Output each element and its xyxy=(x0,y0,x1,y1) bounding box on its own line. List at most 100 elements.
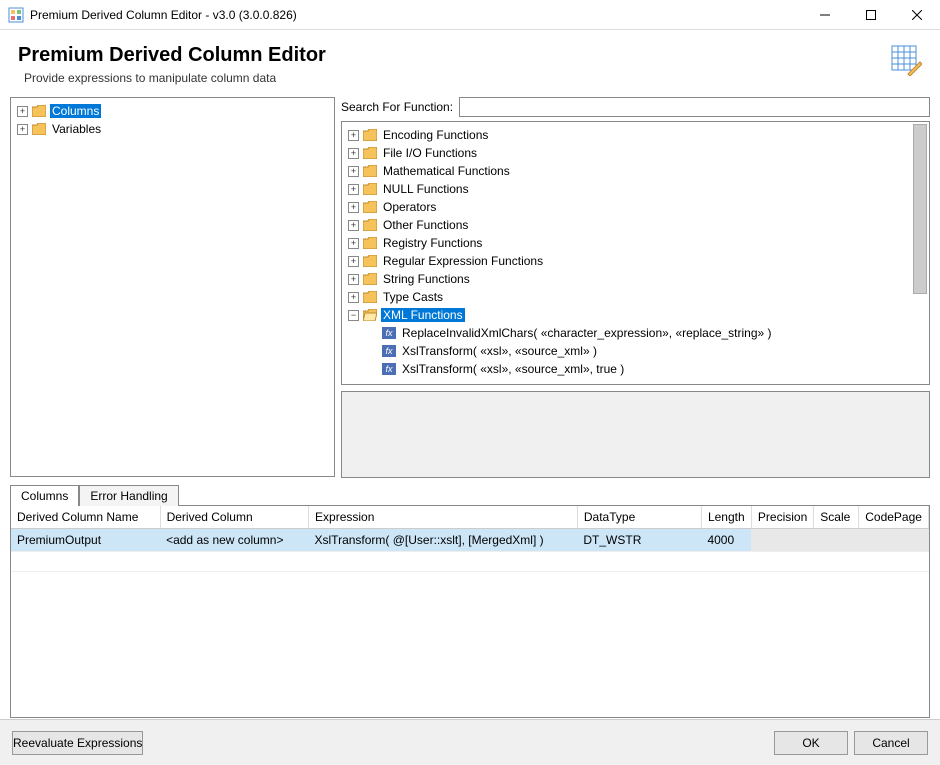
function-label: ReplaceInvalidXmlChars( «character_expre… xyxy=(400,326,774,340)
folder-icon xyxy=(363,219,377,231)
cell-length[interactable]: 4000 xyxy=(701,529,751,552)
table-row[interactable]: PremiumOutput <add as new column> XslTra… xyxy=(11,529,929,552)
col-header[interactable]: Derived Column Name xyxy=(11,506,160,529)
tree-item[interactable]: Encoding Functions xyxy=(346,126,925,144)
tree-label: Type Casts xyxy=(381,290,445,304)
description-panel xyxy=(341,391,930,478)
folder-icon xyxy=(363,273,377,285)
tree-item[interactable]: Type Casts xyxy=(346,288,925,306)
tree-item-variables[interactable]: Variables xyxy=(15,120,330,138)
titlebar: Premium Derived Column Editor - v3.0 (3.… xyxy=(0,0,940,30)
svg-text:fx: fx xyxy=(385,364,393,374)
function-tree[interactable]: Encoding Functions File I/O Functions Math… xyxy=(341,121,930,385)
expand-icon[interactable] xyxy=(348,202,359,213)
tree-label: Columns xyxy=(50,104,101,118)
tree-item-xml-functions[interactable]: XML Functions xyxy=(346,306,925,324)
tree-label: Encoding Functions xyxy=(381,128,490,142)
minimize-button[interactable] xyxy=(802,0,848,30)
cell-codepage xyxy=(859,529,929,552)
tree-label: File I/O Functions xyxy=(381,146,479,160)
tree-item[interactable]: Other Functions xyxy=(346,216,925,234)
function-label: XslTransform( «xsl», «source_xml» ) xyxy=(400,344,599,358)
function-item[interactable]: fx ReplaceInvalidXmlChars( «character_exp… xyxy=(346,324,925,342)
expand-icon[interactable] xyxy=(17,106,28,117)
col-header[interactable]: Derived Column xyxy=(160,506,308,529)
tree-label: Variables xyxy=(50,122,103,136)
tabs-row: Columns Error Handling xyxy=(10,484,930,506)
search-input[interactable] xyxy=(459,97,930,117)
function-item[interactable]: fx XslTransform( «xsl», «source_xml», tru… xyxy=(346,360,925,378)
cell-name[interactable]: PremiumOutput xyxy=(11,529,160,552)
cell-precision xyxy=(751,529,813,552)
cell-datatype[interactable]: DT_WSTR xyxy=(577,529,701,552)
page-subtitle: Provide expressions to manipulate column… xyxy=(24,71,890,85)
fx-icon: fx xyxy=(382,363,396,375)
folder-icon xyxy=(32,105,46,117)
reevaluate-button[interactable]: Reevaluate Expressions xyxy=(12,731,143,755)
collapse-icon[interactable] xyxy=(348,310,359,321)
tree-label: NULL Functions xyxy=(381,182,471,196)
close-button[interactable] xyxy=(894,0,940,30)
cell-scale xyxy=(814,529,859,552)
tree-label: Mathematical Functions xyxy=(381,164,512,178)
tree-label: XML Functions xyxy=(381,308,465,322)
tree-label: Operators xyxy=(381,200,438,214)
tree-item[interactable]: File I/O Functions xyxy=(346,144,925,162)
expand-icon[interactable] xyxy=(348,274,359,285)
search-label: Search For Function: xyxy=(341,100,453,114)
expand-icon[interactable] xyxy=(348,130,359,141)
expand-icon[interactable] xyxy=(348,256,359,267)
function-item[interactable]: fx XslTransform( «xsl», «source_xml» ) xyxy=(346,342,925,360)
tree-label: Registry Functions xyxy=(381,236,484,250)
folder-icon xyxy=(363,255,377,267)
cell-derived[interactable]: <add as new column> xyxy=(160,529,308,552)
tree-item-columns[interactable]: Columns xyxy=(15,102,330,120)
window-title: Premium Derived Column Editor - v3.0 (3.… xyxy=(30,8,802,22)
expand-icon[interactable] xyxy=(348,292,359,303)
tab-columns[interactable]: Columns xyxy=(10,485,79,506)
folder-icon xyxy=(363,201,377,213)
expand-icon[interactable] xyxy=(348,166,359,177)
expand-icon[interactable] xyxy=(348,220,359,231)
folder-icon xyxy=(363,291,377,303)
ok-button[interactable]: OK xyxy=(774,731,848,755)
tree-item[interactable]: Mathematical Functions xyxy=(346,162,925,180)
header: Premium Derived Column Editor Provide ex… xyxy=(0,30,940,93)
tree-item[interactable]: NULL Functions xyxy=(346,180,925,198)
tree-item[interactable]: Regular Expression Functions xyxy=(346,252,925,270)
folder-open-icon xyxy=(363,309,377,321)
maximize-button[interactable] xyxy=(848,0,894,30)
columns-grid[interactable]: Derived Column Name Derived Column Expre… xyxy=(10,506,930,718)
page-title: Premium Derived Column Editor xyxy=(18,44,890,67)
col-header[interactable]: Length xyxy=(701,506,751,529)
col-header[interactable]: DataType xyxy=(577,506,701,529)
svg-text:fx: fx xyxy=(385,346,393,356)
app-icon xyxy=(8,7,24,23)
tree-label: Regular Expression Functions xyxy=(381,254,545,268)
columns-variables-tree[interactable]: Columns Variables xyxy=(10,97,335,477)
scrollbar-thumb[interactable] xyxy=(913,124,927,294)
expand-icon[interactable] xyxy=(348,148,359,159)
table-row-empty[interactable] xyxy=(11,552,929,572)
tree-label: String Functions xyxy=(381,272,472,286)
folder-icon xyxy=(363,129,377,141)
tree-item[interactable]: Registry Functions xyxy=(346,234,925,252)
tab-error-handling[interactable]: Error Handling xyxy=(79,485,178,506)
expand-icon[interactable] xyxy=(17,124,28,135)
fx-icon: fx xyxy=(382,327,396,339)
col-header[interactable]: Expression xyxy=(309,506,578,529)
cancel-button[interactable]: Cancel xyxy=(854,731,928,755)
expand-icon[interactable] xyxy=(348,238,359,249)
grid-edit-icon xyxy=(890,44,922,76)
function-label: XslTransform( «xsl», «source_xml», true … xyxy=(400,362,626,376)
col-header[interactable]: CodePage xyxy=(859,506,929,529)
tree-item[interactable]: Operators xyxy=(346,198,925,216)
col-header[interactable]: Precision xyxy=(751,506,813,529)
tree-item[interactable]: String Functions xyxy=(346,270,925,288)
svg-text:fx: fx xyxy=(385,328,393,338)
tree-label: Other Functions xyxy=(381,218,470,232)
expand-icon[interactable] xyxy=(348,184,359,195)
cell-expression[interactable]: XslTransform( @[User::xslt], [MergedXml]… xyxy=(309,529,578,552)
folder-icon xyxy=(363,147,377,159)
col-header[interactable]: Scale xyxy=(814,506,859,529)
